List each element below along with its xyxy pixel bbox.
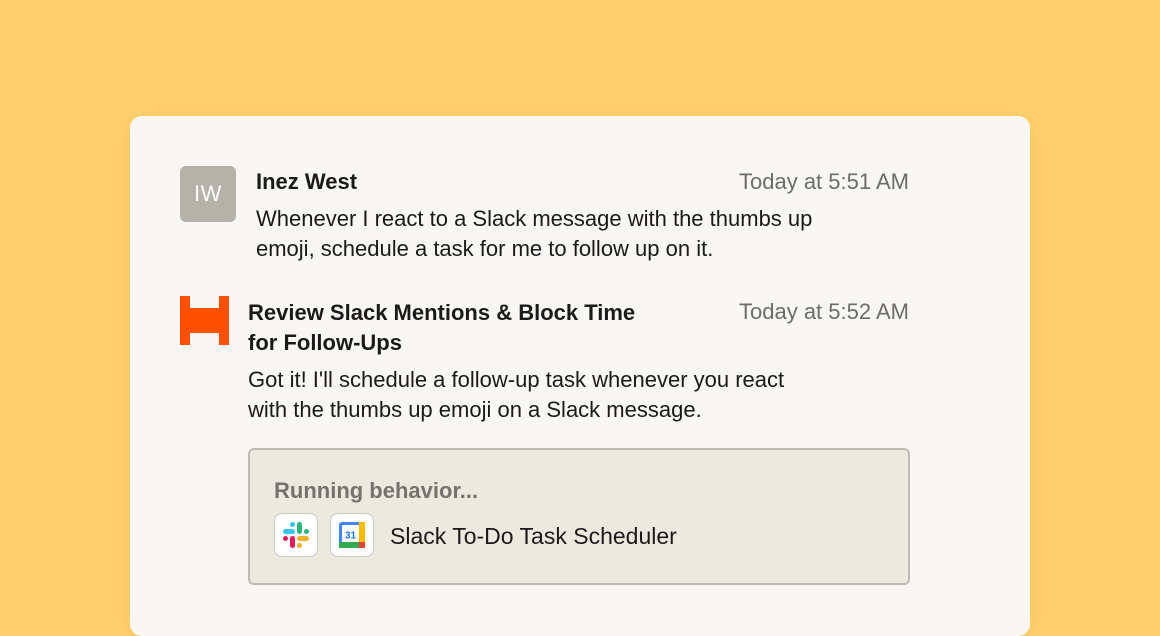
running-behavior-card[interactable]: Running behavior... 31 Slack To-Do Task … — [248, 448, 910, 585]
bot-message-title: Review Slack Mentions & Block Time for F… — [248, 298, 698, 358]
message-timestamp: Today at 5:52 AM — [739, 299, 909, 324]
sender-name[interactable]: Inez West — [256, 168, 357, 196]
message-line: Whenever I react to a Slack message with… — [256, 206, 813, 231]
title-line: for Follow-Ups — [248, 330, 402, 355]
google-calendar-icon: 31 — [330, 513, 374, 557]
message-timestamp: Today at 5:51 AM — [739, 169, 909, 194]
behavior-name: Slack To-Do Task Scheduler — [390, 523, 677, 549]
chat-card: IW Inez West Today at 5:51 AM Whenever I… — [130, 116, 1030, 636]
message-line: Got it! I'll schedule a follow-up task w… — [248, 367, 785, 392]
calendar-day-label: 31 — [345, 531, 357, 542]
message-line: with the thumbs up emoji on a Slack mess… — [248, 397, 702, 422]
bot-message-text: Got it! I'll schedule a follow-up task w… — [248, 365, 784, 425]
running-behavior-label: Running behavior... — [274, 478, 479, 503]
avatar[interactable]: IW — [180, 166, 236, 222]
slack-icon — [274, 513, 318, 557]
user-message-text: Whenever I react to a Slack message with… — [256, 204, 812, 264]
zapier-agent-icon — [180, 296, 229, 345]
title-line: Review Slack Mentions & Block Time — [248, 300, 636, 325]
message-line: emoji, schedule a task for me to follow … — [256, 236, 714, 261]
